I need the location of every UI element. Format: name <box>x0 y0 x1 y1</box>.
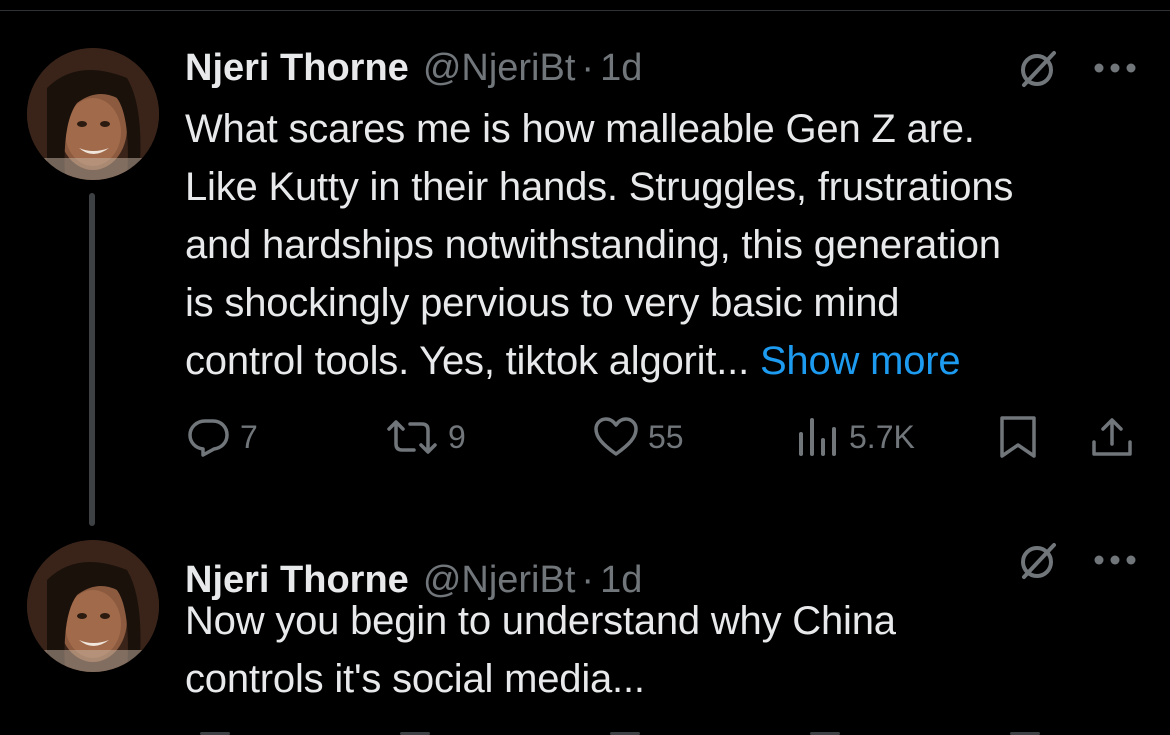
like-button[interactable]: 55 <box>592 412 684 462</box>
author-handle[interactable]: @NjeriBt <box>423 45 576 91</box>
tweet-text-line-last: control tools. Yes, tiktok algorit... Sh… <box>185 332 1155 390</box>
tweet-text-truncated: control tools. Yes, tiktok algorit... <box>185 339 750 383</box>
timestamp[interactable]: 1d <box>600 45 642 91</box>
avatar-photo <box>27 540 159 672</box>
repost-button[interactable]: 9 <box>384 412 466 462</box>
tweet-header: Njeri Thorne @NjeriBt · 1d <box>185 45 642 91</box>
avatar[interactable] <box>27 48 159 180</box>
reply-button[interactable]: 7 <box>186 412 258 462</box>
show-more-link[interactable]: Show more <box>760 339 961 383</box>
reply-count: 7 <box>240 418 258 455</box>
tweet-text: Now you begin to understand why China co… <box>185 592 1155 708</box>
author-name[interactable]: Njeri Thorne <box>185 45 409 91</box>
heart-icon <box>594 417 638 456</box>
views-button[interactable]: 5.7K <box>795 412 915 462</box>
repost-icon <box>387 420 437 454</box>
thread-line <box>89 193 95 526</box>
tweet[interactable]: Njeri Thorne @NjeriBt · 1d What scares m… <box>0 0 1170 526</box>
repost-count: 9 <box>448 418 466 455</box>
tweet-text-line: Now you begin to understand why China <box>185 599 896 643</box>
more-icon[interactable] <box>1093 62 1137 74</box>
avatar[interactable] <box>27 540 159 672</box>
tweet-text: What scares me is how malleable Gen Z ar… <box>185 100 1155 390</box>
bookmark-button[interactable] <box>997 412 1039 462</box>
reply-icon <box>188 419 229 457</box>
tweet-text-line: and hardships notwithstanding, this gene… <box>185 223 1001 267</box>
separator-dot: · <box>581 47 595 89</box>
like-count: 55 <box>648 418 684 455</box>
next-action-bar-peek <box>200 732 1040 735</box>
no-sign-icon[interactable] <box>1018 49 1058 89</box>
tweet-text-line: controls it's social media... <box>185 657 645 701</box>
tweet-text-line: What scares me is how malleable Gen Z ar… <box>185 107 975 151</box>
no-sign-icon[interactable] <box>1018 541 1058 581</box>
action-bar: 7 9 55 5.7K <box>0 412 1170 462</box>
more-icon[interactable] <box>1093 554 1137 566</box>
views-count: 5.7K <box>849 418 915 455</box>
share-button[interactable] <box>1089 412 1135 462</box>
share-icon <box>1092 418 1132 456</box>
avatar-photo <box>27 48 159 180</box>
tweet-text-line: is shockingly pervious to very basic min… <box>185 281 900 325</box>
views-icon <box>799 418 836 456</box>
bookmark-icon <box>1000 416 1036 458</box>
tweet-text-line: Like Kutty in their hands. Struggles, fr… <box>185 165 1014 209</box>
